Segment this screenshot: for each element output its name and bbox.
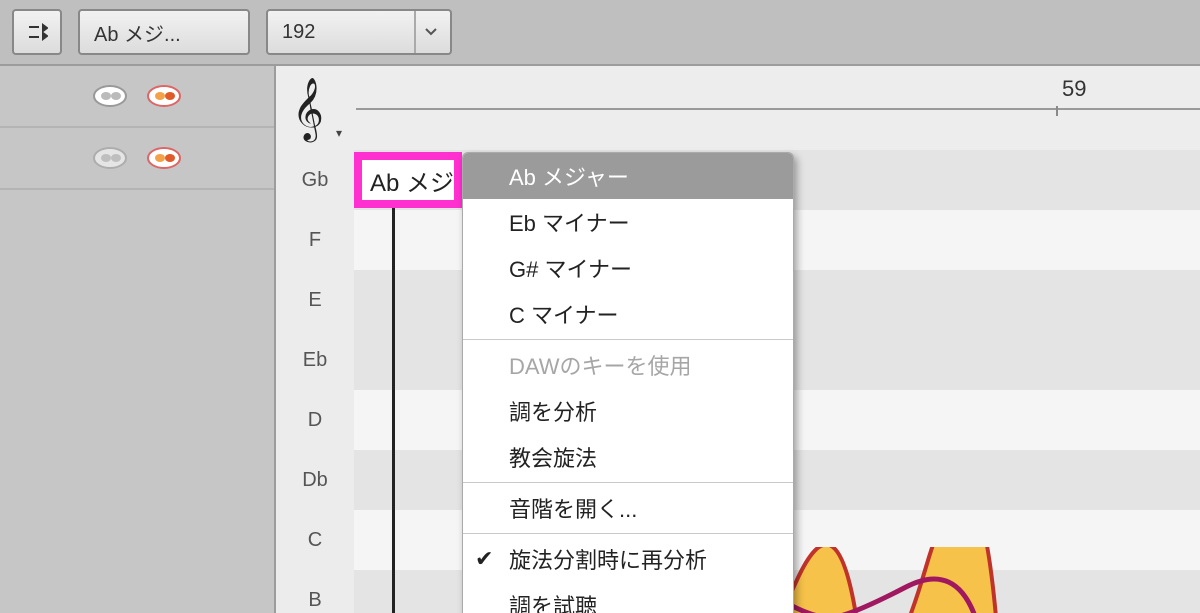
note-label: Db [276,450,356,512]
key-marker-label: Ab メジ [370,163,454,198]
snap-button[interactable] [12,9,62,55]
key-select-label: Ab メジ... [94,18,181,47]
blob-active-icon [146,146,182,170]
menu-item-label: 教会旋法 [509,441,597,473]
tempo-value: 192 [282,21,315,44]
toolbar: Ab メジ... 192 [0,0,1200,66]
chevron-down-icon: ▾ [336,126,342,140]
menu-item-label: G# マイナー [509,252,632,284]
note-label: F [276,210,356,272]
note-label: Gb [276,150,356,212]
menu-item-open-scale[interactable]: 音階を開く... [463,485,793,531]
key-context-menu: Ab メジャー Eb マイナー G# マイナー C マイナー DAWのキーを使用… [462,152,794,613]
snap-icon [26,21,48,43]
menu-separator [463,533,793,534]
key-marker-highlight[interactable]: Ab メジ [354,152,462,208]
menu-item-key[interactable]: Ab メジャー [463,153,793,199]
check-icon: ✔ [475,546,493,572]
note-label: B [276,570,356,613]
menu-item-label: 調を試聴 [509,589,597,613]
menu-item-label: Ab メジャー [509,160,629,192]
menu-item-label: DAWのキーを使用 [509,349,692,381]
menu-item-audition-key[interactable]: 調を試聴 [463,582,793,613]
note-editor[interactable]: 𝄞 ▾ 59 GbFEEbDDbCB Ab メジ Ab メジャー Eb マイナー [276,66,1200,613]
main-split: 𝄞 ▾ 59 GbFEEbDDbCB Ab メジ Ab メジャー Eb マイナー [0,66,1200,613]
menu-item-label: C マイナー [509,298,619,330]
ruler-line [356,108,1200,110]
menu-separator [463,339,793,340]
time-ruler[interactable]: 𝄞 ▾ 59 [276,66,1200,152]
track-row[interactable] [0,66,274,128]
menu-item-key[interactable]: C マイナー [463,291,793,337]
blob-active-icon [146,84,182,108]
note-label: C [276,510,356,572]
bar-number: 59 [1062,76,1086,102]
menu-item-analyze-key[interactable]: 調を分析 [463,388,793,434]
menu-item-label: 音階を開く... [509,492,637,524]
menu-item-key[interactable]: Eb マイナー [463,199,793,245]
key-select-button[interactable]: Ab メジ... [78,9,250,55]
tempo-select-button[interactable]: 192 [266,9,452,55]
blob-icon [92,84,128,108]
track-list [0,66,276,613]
menu-item-use-daw-key: DAWのキーを使用 [463,342,793,388]
menu-item-label: Eb マイナー [509,206,630,238]
chevron-down-icon [414,11,446,53]
menu-item-church-modes[interactable]: 教会旋法 [463,434,793,480]
ruler-tick [1056,106,1058,116]
treble-clef-icon[interactable]: 𝄞 [292,78,324,141]
menu-item-label: 旋法分割時に再分析 [509,543,707,575]
menu-item-key[interactable]: G# マイナー [463,245,793,291]
menu-separator [463,482,793,483]
menu-item-label: 調を分析 [509,395,597,427]
note-label: E [276,270,356,332]
menu-item-reanalyze-on-split[interactable]: ✔ 旋法分割時に再分析 [463,536,793,582]
note-label: D [276,390,356,452]
blob-dim-icon [92,146,128,170]
note-label: Eb [276,330,356,392]
track-row[interactable] [0,128,274,190]
playhead-line[interactable] [392,188,395,613]
